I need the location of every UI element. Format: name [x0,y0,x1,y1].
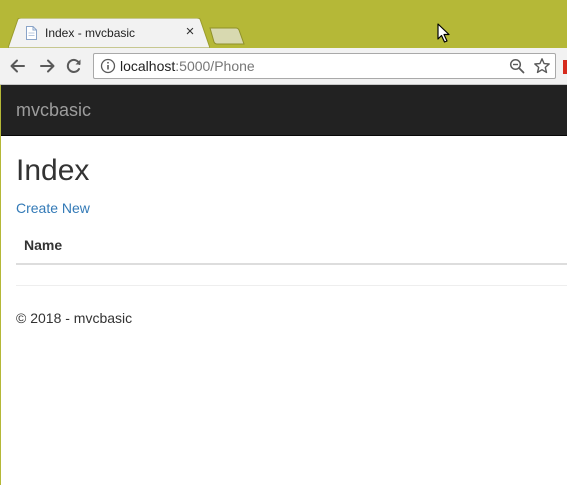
footer-text: © 2018 - mvcbasic [16,310,133,326]
page-favicon-icon [26,26,37,40]
create-new-link[interactable]: Create New [16,200,90,216]
forward-arrow-icon[interactable] [37,56,57,76]
zoom-icon[interactable] [509,58,525,74]
browser-toolbar: localhost:5000/Phone [0,48,567,85]
extension-icon[interactable] [563,60,567,74]
site-navbar: mvcbasic [1,85,567,136]
back-arrow-icon[interactable] [8,56,28,76]
browser-tab[interactable]: Index - mvcbasic × [8,18,210,48]
mouse-cursor-icon [437,23,450,43]
table-header: Name [16,228,567,265]
new-tab-button[interactable] [208,26,248,46]
tab-strip: Index - mvcbasic × [0,0,567,48]
reload-icon[interactable] [64,56,84,76]
data-table: Name [16,228,567,265]
column-header-name: Name [16,228,567,265]
url-text[interactable]: localhost:5000/Phone [120,58,255,74]
url-path: :5000/Phone [175,58,255,74]
info-icon[interactable] [100,58,116,74]
browser-window: Index - mvcbasic × localhost:5000/Phone … [0,0,567,485]
site-footer: © 2018 - mvcbasic [16,310,132,326]
address-bar[interactable]: localhost:5000/Phone [93,53,556,79]
tab-close-icon[interactable]: × [182,24,198,40]
site-brand-link[interactable]: mvcbasic [16,100,91,121]
tab-title: Index - mvcbasic [45,26,136,40]
bookmark-star-icon[interactable] [533,57,551,75]
url-host: localhost [120,58,176,74]
page-title: Index [16,154,90,187]
page-viewport: mvcbasic Index Create New Name © 2018 - … [1,85,567,485]
footer-divider [16,285,567,286]
table-header-row: Name [16,228,567,265]
